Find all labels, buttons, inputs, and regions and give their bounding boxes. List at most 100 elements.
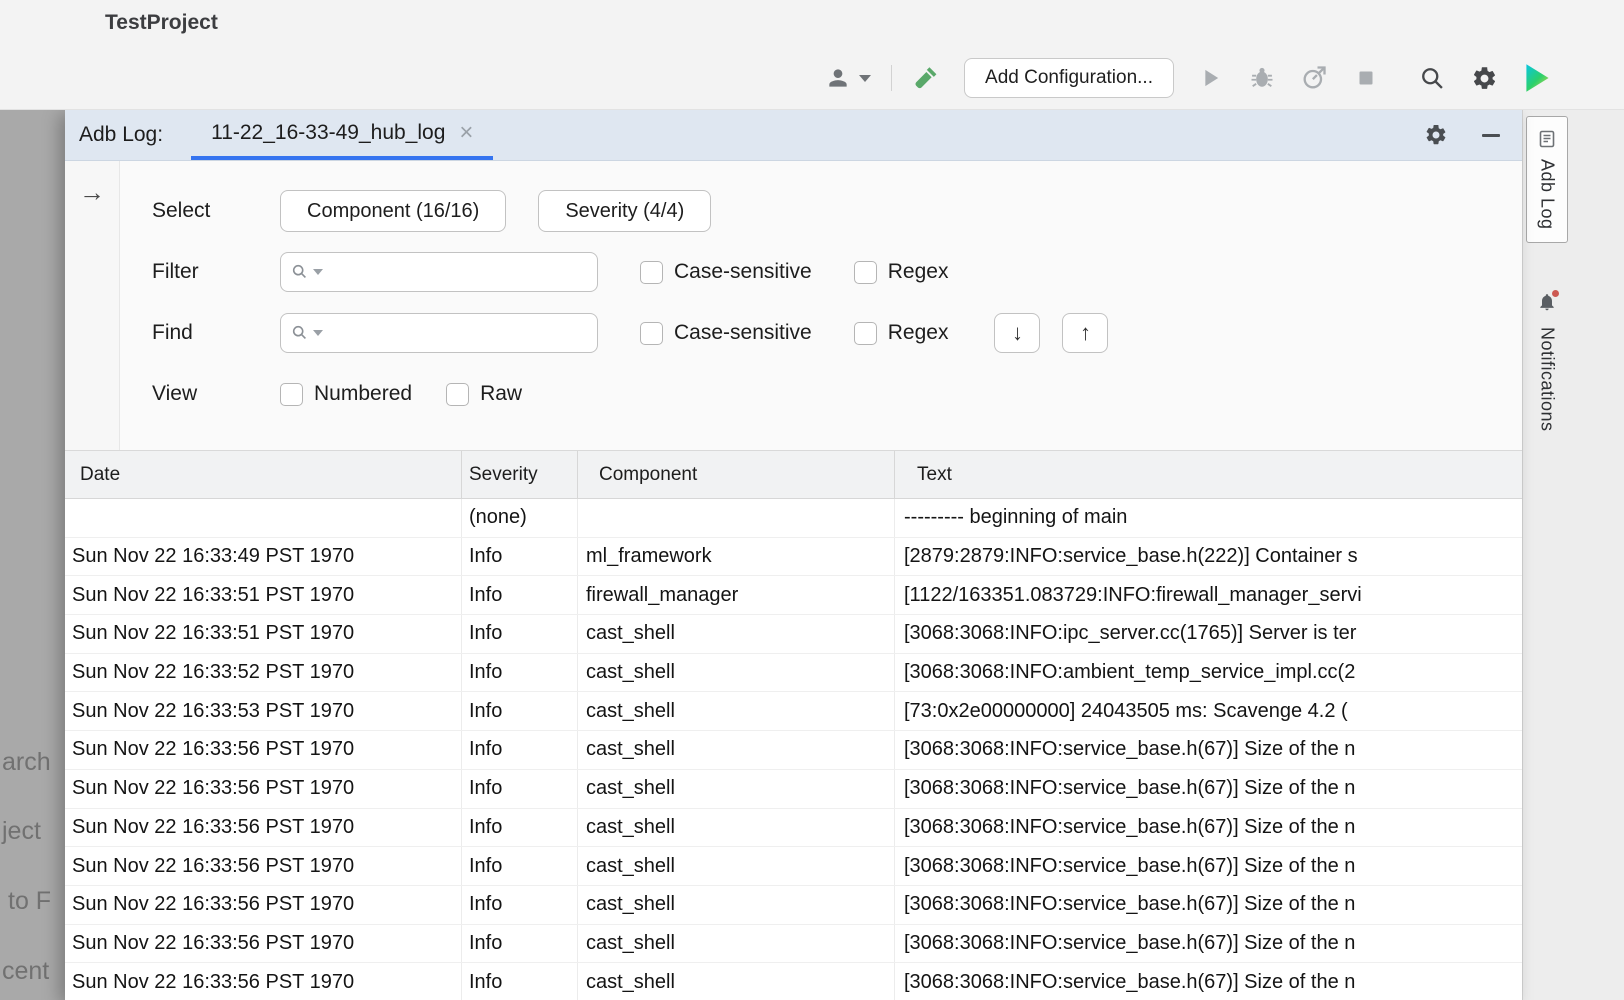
log-text: [3068:3068:INFO:service_base.h(67)] Size… [895, 809, 1522, 847]
notification-dot [1552, 290, 1559, 297]
log-component: cast_shell [578, 886, 895, 924]
search-icon[interactable] [1416, 62, 1448, 94]
log-severity: Info [462, 963, 578, 1000]
log-date [65, 499, 462, 537]
close-tab-icon[interactable]: × [459, 121, 473, 145]
filter-regex-checkbox[interactable]: Regex [854, 260, 949, 284]
play-store-icon[interactable] [1520, 62, 1552, 94]
log-row[interactable]: Sun Nov 22 16:33:56 PST 1970 Info cast_s… [65, 886, 1522, 925]
log-row[interactable]: Sun Nov 22 16:33:51 PST 1970 Info cast_s… [65, 615, 1522, 654]
tool-window-title: Adb Log: [79, 123, 163, 147]
filter-input[interactable] [327, 253, 597, 291]
log-severity: Info [462, 692, 578, 730]
log-text: [3068:3068:INFO:service_base.h(67)] Size… [895, 963, 1522, 1000]
filter-gutter: → [65, 161, 120, 450]
raw-checkbox[interactable]: Raw [446, 382, 522, 406]
find-input[interactable] [327, 314, 597, 352]
filter-case-sensitive-checkbox[interactable]: Case-sensitive [640, 260, 812, 284]
find-case-sensitive-checkbox[interactable]: Case-sensitive [640, 321, 812, 345]
log-row[interactable]: Sun Nov 22 16:33:53 PST 1970 Info cast_s… [65, 692, 1522, 731]
log-date: Sun Nov 22 16:33:56 PST 1970 [65, 886, 462, 924]
search-history-chevron-icon[interactable] [313, 269, 323, 275]
log-row[interactable]: Sun Nov 22 16:33:56 PST 1970 Info cast_s… [65, 809, 1522, 848]
log-component [578, 499, 895, 537]
select-label: Select [152, 199, 280, 223]
tool-strip-label: Notifications [1537, 327, 1558, 432]
checkbox-box [854, 322, 877, 345]
log-component: cast_shell [578, 692, 895, 730]
log-date: Sun Nov 22 16:33:51 PST 1970 [65, 615, 462, 653]
severity-filter-button[interactable]: Severity (4/4) [538, 190, 711, 232]
background-text-fragment: cent [2, 957, 49, 986]
view-row: View Numbered Raw [152, 374, 1522, 414]
settings-gear-icon[interactable] [1468, 62, 1500, 94]
log-document-icon [1537, 129, 1557, 149]
profiler-icon[interactable] [1298, 62, 1330, 94]
search-glass-icon [291, 263, 309, 281]
log-row[interactable]: Sun Nov 22 16:33:56 PST 1970 Info cast_s… [65, 770, 1522, 809]
log-date: Sun Nov 22 16:33:49 PST 1970 [65, 538, 462, 576]
log-row[interactable]: Sun Nov 22 16:33:56 PST 1970 Info cast_s… [65, 847, 1522, 886]
column-header-severity[interactable]: Severity [462, 451, 578, 498]
log-row[interactable]: Sun Nov 22 16:33:56 PST 1970 Info cast_s… [65, 925, 1522, 964]
header-actions [1420, 110, 1500, 160]
column-header-date[interactable]: Date [65, 451, 462, 498]
build-hammer-icon[interactable] [912, 62, 944, 94]
log-component: ml_framework [578, 538, 895, 576]
log-text: [3068:3068:INFO:service_base.h(67)] Size… [895, 886, 1522, 924]
numbered-checkbox[interactable]: Numbered [280, 382, 412, 406]
log-component: cast_shell [578, 654, 895, 692]
tool-strip-tab-adb-log[interactable]: Adb Log [1526, 116, 1568, 243]
checkbox-label: Regex [888, 321, 949, 345]
debug-icon[interactable] [1246, 62, 1278, 94]
filter-rows: Select Component (16/16) Severity (4/4) … [120, 161, 1522, 450]
filter-row: Filter Case-sensitive Regex [152, 252, 1522, 292]
log-severity: Info [462, 886, 578, 924]
tool-strip-tab-notifications[interactable]: Notifications [1526, 280, 1568, 444]
background-text-fragment: ject [2, 817, 41, 846]
hide-panel-icon[interactable] [1482, 134, 1500, 137]
filter-search-box [280, 252, 598, 292]
column-header-text[interactable]: Text [895, 451, 1522, 498]
checkbox-box [640, 261, 663, 284]
log-component: cast_shell [578, 615, 895, 653]
log-row[interactable]: Sun Nov 22 16:33:52 PST 1970 Info cast_s… [65, 654, 1522, 693]
user-icon [822, 62, 854, 94]
log-severity: Info [462, 654, 578, 692]
log-row[interactable]: (none) --------- beginning of main [65, 499, 1522, 538]
panel-settings-gear-icon[interactable] [1420, 119, 1452, 151]
find-previous-button[interactable]: ↑ [1062, 313, 1108, 353]
log-row[interactable]: Sun Nov 22 16:33:51 PST 1970 Info firewa… [65, 576, 1522, 615]
stop-icon[interactable] [1350, 62, 1382, 94]
find-regex-checkbox[interactable]: Regex [854, 321, 949, 345]
search-history-chevron-icon[interactable] [313, 330, 323, 336]
component-filter-button[interactable]: Component (16/16) [280, 190, 506, 232]
log-row[interactable]: Sun Nov 22 16:33:56 PST 1970 Info cast_s… [65, 963, 1522, 1000]
log-text: [3068:3068:INFO:service_base.h(67)] Size… [895, 731, 1522, 769]
user-profile-button[interactable] [822, 62, 871, 94]
add-configuration-button[interactable]: Add Configuration... [964, 58, 1174, 98]
column-header-component[interactable]: Component [578, 451, 895, 498]
log-row[interactable]: Sun Nov 22 16:33:56 PST 1970 Info cast_s… [65, 731, 1522, 770]
run-icon[interactable] [1194, 62, 1226, 94]
find-next-button[interactable]: ↓ [994, 313, 1040, 353]
checkbox-box [446, 383, 469, 406]
toolbar-divider [891, 65, 892, 91]
log-component: cast_shell [578, 925, 895, 963]
log-date: Sun Nov 22 16:33:56 PST 1970 [65, 963, 462, 1000]
collapse-arrow-icon[interactable]: → [79, 177, 105, 207]
background-text-fragment: to F [8, 887, 51, 916]
tool-strip-label: Adb Log [1537, 159, 1558, 230]
log-file-tab[interactable]: 11-22_16-33-49_hub_log × [191, 110, 493, 160]
log-severity: Info [462, 809, 578, 847]
log-component: cast_shell [578, 809, 895, 847]
log-text: [73:0x2e00000000] 24043505 ms: Scavenge … [895, 692, 1522, 730]
background-text-fragment: arch [2, 748, 51, 777]
log-date: Sun Nov 22 16:33:56 PST 1970 [65, 925, 462, 963]
find-row: Find Case-sensitive Regex ↓ [152, 313, 1522, 353]
adb-log-header: Adb Log: 11-22_16-33-49_hub_log × [65, 110, 1522, 161]
right-tool-strip: Adb Log Notifications [1522, 110, 1624, 1000]
log-table: Date Severity Component Text (none) ----… [65, 451, 1522, 1000]
log-severity: Info [462, 731, 578, 769]
log-row[interactable]: Sun Nov 22 16:33:49 PST 1970 Info ml_fra… [65, 538, 1522, 577]
